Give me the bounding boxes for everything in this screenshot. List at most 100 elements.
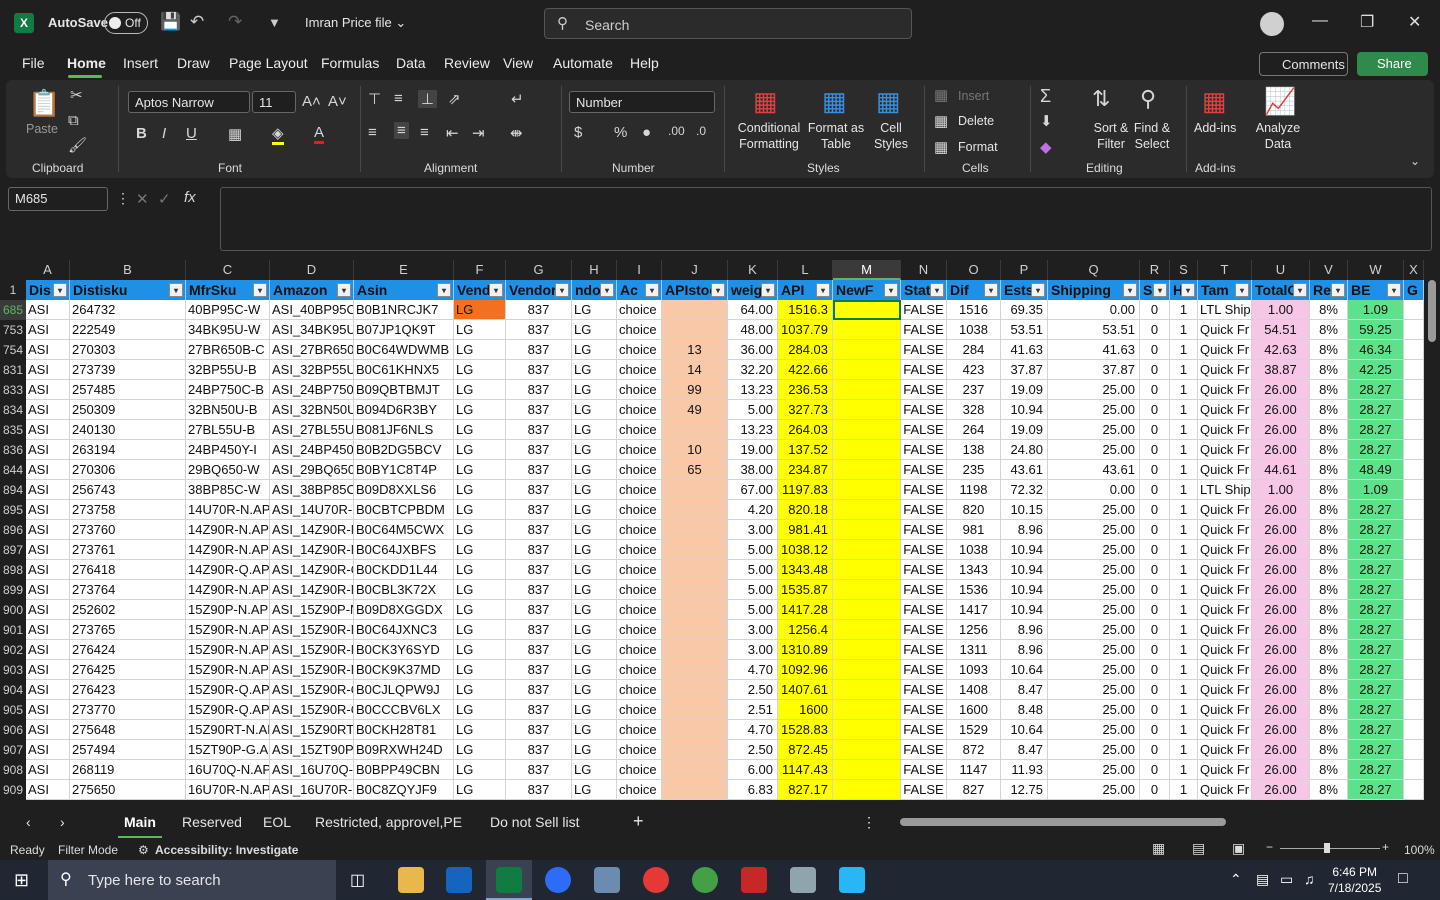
filter-dropdown-icon[interactable]: ▾ — [1235, 283, 1249, 297]
grid-cell[interactable]: 1 — [1170, 560, 1198, 580]
zoom-slider-thumb[interactable] — [1324, 843, 1330, 853]
row-header[interactable]: 895 — [0, 500, 26, 520]
grid-cell[interactable] — [833, 660, 901, 680]
column-header-m[interactable]: M — [833, 260, 901, 280]
grid-cell[interactable]: LG — [454, 560, 506, 580]
grid-cell[interactable]: FALSE — [901, 580, 947, 600]
grid-cell[interactable]: ASI — [26, 440, 70, 460]
grid-cell[interactable]: Quick Fr — [1198, 660, 1252, 680]
grid-cell[interactable]: LG — [454, 440, 506, 460]
grid-cell[interactable]: ASI_32BP55U- — [270, 360, 354, 380]
row-header[interactable]: 906 — [0, 720, 26, 740]
grid-cell[interactable]: 26.00 — [1252, 660, 1310, 680]
font-color-icon[interactable]: A — [314, 124, 325, 144]
grid-cell[interactable] — [833, 780, 901, 800]
currency-icon[interactable]: $ — [574, 124, 582, 141]
grid-cell[interactable]: B09D8XXLS6 — [354, 480, 454, 500]
sheet-tab-eol[interactable]: EOL — [263, 814, 291, 830]
grid-cell[interactable]: Quick Fr — [1198, 680, 1252, 700]
font-name-select[interactable]: Aptos Narrow — [128, 91, 250, 113]
grid-cell[interactable]: ASI — [26, 480, 70, 500]
grid-cell[interactable] — [662, 700, 728, 720]
grid-cell[interactable]: 1 — [1170, 380, 1198, 400]
grid-cell[interactable]: LG — [454, 500, 506, 520]
grid-cell[interactable]: FALSE — [901, 500, 947, 520]
filezilla-icon[interactable] — [741, 867, 767, 893]
grid-cell[interactable]: LG — [454, 660, 506, 680]
grid-cell[interactable]: 273739 — [70, 360, 186, 380]
filter-dropdown-icon[interactable]: ▾ — [53, 283, 67, 297]
grid-cell[interactable]: LTL Shipp — [1198, 480, 1252, 500]
grid-cell[interactable]: 28.27 — [1348, 620, 1404, 640]
filter-dropdown-icon[interactable]: ▾ — [645, 283, 659, 297]
grid-cell[interactable]: 1 — [1170, 360, 1198, 380]
grid-cell[interactable]: 25.00 — [1048, 500, 1140, 520]
grid-cell[interactable]: 28.27 — [1348, 520, 1404, 540]
grid-cell[interactable]: B0CBTCPBDM — [354, 500, 454, 520]
fill-color-icon[interactable]: ◈ — [272, 124, 284, 145]
grid-cell[interactable]: 8% — [1310, 460, 1348, 480]
grid-cell[interactable]: 837 — [506, 320, 572, 340]
grid-cell[interactable]: 65 — [662, 460, 728, 480]
grid-cell[interactable]: ASI — [26, 400, 70, 420]
grid-cell[interactable] — [1404, 720, 1424, 740]
filter-dropdown-icon[interactable]: ▾ — [761, 283, 775, 297]
grid-cell[interactable]: choice — [617, 480, 662, 500]
grid-cell[interactable]: 10.94 — [1001, 540, 1048, 560]
column-header-x[interactable]: X — [1404, 260, 1424, 280]
grid-cell[interactable]: 8% — [1310, 780, 1348, 800]
grid-cell[interactable] — [662, 420, 728, 440]
restore-icon[interactable]: ❐ — [1360, 12, 1374, 32]
grid-cell[interactable]: Quick Fr — [1198, 640, 1252, 660]
grid-cell[interactable]: 1 — [1170, 660, 1198, 680]
tab-insert[interactable]: Insert — [123, 55, 158, 71]
grid-cell[interactable]: 67.00 — [728, 480, 778, 500]
grid-cell[interactable] — [1404, 600, 1424, 620]
align-top-icon[interactable]: ⊤ — [368, 90, 381, 108]
grid-cell[interactable]: ASI — [26, 620, 70, 640]
grid-cell[interactable] — [1404, 760, 1424, 780]
column-header-k[interactable]: K — [728, 260, 778, 280]
grid-cell[interactable]: 1256.4 — [778, 620, 833, 640]
grid-cell[interactable] — [662, 560, 728, 580]
row-header[interactable]: 900 — [0, 600, 26, 620]
grid-cell[interactable]: 1038 — [947, 540, 1001, 560]
grid-cell[interactable]: 26.00 — [1252, 540, 1310, 560]
tabs-more-icon[interactable]: ⋮ — [862, 814, 876, 831]
grid-cell[interactable] — [833, 720, 901, 740]
grid-cell[interactable]: LG — [454, 340, 506, 360]
grid-cell[interactable]: 8% — [1310, 440, 1348, 460]
grid-cell[interactable]: 837 — [506, 560, 572, 580]
grid-cell[interactable] — [833, 560, 901, 580]
grid-cell[interactable]: 327.73 — [778, 400, 833, 420]
grid-cell[interactable]: 1093 — [947, 660, 1001, 680]
grid-cell[interactable]: LG — [572, 540, 617, 560]
grid-cell[interactable]: 28.27 — [1348, 740, 1404, 760]
grid-cell[interactable]: 237 — [947, 380, 1001, 400]
page-layout-view-icon[interactable]: ▤ — [1192, 840, 1205, 857]
grid-cell[interactable]: 10.15 — [1001, 500, 1048, 520]
filter-dropdown-icon[interactable]: ▾ — [555, 283, 569, 297]
filter-dropdown-icon[interactable]: ▾ — [1293, 283, 1307, 297]
grid-cell[interactable]: 26.00 — [1252, 700, 1310, 720]
grid-cell[interactable]: Quick Fr — [1198, 620, 1252, 640]
grid-cell[interactable]: 268119 — [70, 760, 186, 780]
grid-cell[interactable]: 275648 — [70, 720, 186, 740]
grid-cell[interactable]: ASI_27BL55U- — [270, 420, 354, 440]
grid-cell[interactable]: ASI_24BP450Y — [270, 440, 354, 460]
grid-cell[interactable]: FALSE — [901, 480, 947, 500]
grid-cell[interactable]: 1147.43 — [778, 760, 833, 780]
grid-cell[interactable]: 1 — [1170, 520, 1198, 540]
grid-cell[interactable]: 15ZT90P-G.AP — [186, 740, 270, 760]
grid-cell[interactable]: ASI_29BQ650- — [270, 460, 354, 480]
ribbon-collapse-icon[interactable]: ⌄ — [1410, 154, 1420, 168]
grid-cell[interactable]: LG — [454, 360, 506, 380]
grid-cell[interactable]: 1092.96 — [778, 660, 833, 680]
grid-cell[interactable]: ASI — [26, 580, 70, 600]
row-header[interactable]: 901 — [0, 620, 26, 640]
grid-cell[interactable] — [833, 740, 901, 760]
grid-cell[interactable]: 28.27 — [1348, 540, 1404, 560]
grid-cell[interactable]: 837 — [506, 340, 572, 360]
grid-cell[interactable]: LG — [572, 700, 617, 720]
grid-cell[interactable]: 252602 — [70, 600, 186, 620]
